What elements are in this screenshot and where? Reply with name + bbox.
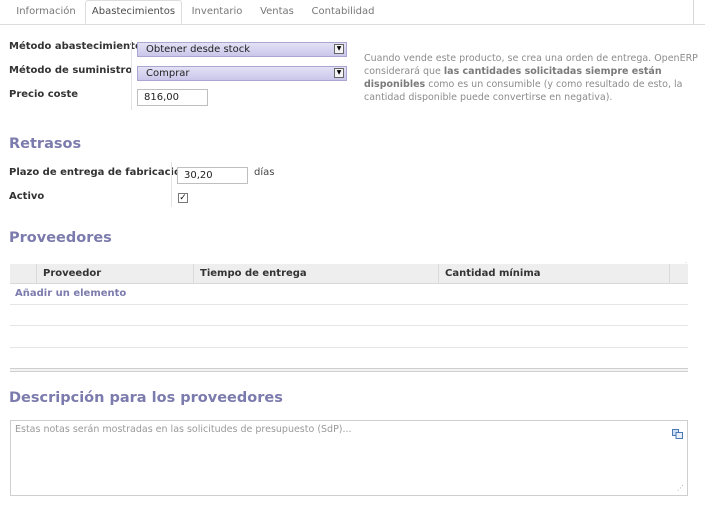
supply-method-select[interactable]: Comprar ▼	[137, 66, 347, 81]
cost-price-input[interactable]: 816,00	[137, 89, 208, 106]
table-row	[10, 347, 688, 348]
lead-time-unit: días	[254, 167, 275, 178]
translate-icon[interactable]	[672, 424, 683, 439]
suppliers-section-title: Proveedores	[9, 230, 112, 246]
supply-method-value: Comprar	[146, 68, 190, 79]
dropdown-arrow-icon[interactable]: ▼	[334, 44, 344, 54]
scroll-edge	[693, 0, 694, 24]
lead-time-label: Plazo de entrega de fabricación	[9, 167, 188, 178]
col-supplier[interactable]: Proveedor	[36, 264, 193, 283]
tab-abastecimientos[interactable]: Abastecimientos	[85, 0, 182, 24]
lead-time-input[interactable]: 30,20	[177, 167, 248, 184]
resize-grip-icon[interactable]: ⋰	[677, 485, 684, 492]
dropdown-arrow-icon[interactable]: ▼	[334, 68, 344, 78]
add-line-link[interactable]: Añadir un elemento	[15, 288, 126, 299]
cost-price-label: Precio coste	[9, 89, 79, 100]
description-placeholder: Estas notas serán mostradas en las solic…	[15, 424, 352, 435]
table-row	[10, 325, 688, 326]
tab-ventas[interactable]: Ventas	[252, 0, 302, 24]
active-checkbox[interactable]: ✓	[178, 193, 188, 203]
tab-informacion[interactable]: Información	[10, 0, 82, 24]
supplier-description-textarea[interactable]: Estas notas serán mostradas en las solic…	[10, 420, 688, 496]
field-divider	[131, 40, 132, 110]
tab-inventario[interactable]: Inventario	[186, 0, 248, 24]
description-section-title: Descripción para los proveedores	[9, 390, 283, 406]
notebook-tabs: Información Abastecimientos Inventario V…	[0, 0, 705, 25]
table-footer	[10, 368, 688, 372]
procure-method-value: Obtener desde stock	[146, 44, 250, 55]
table-row	[10, 304, 688, 305]
col-min-qty[interactable]: Cantidad mínima	[438, 264, 669, 283]
delays-section-title: Retrasos	[9, 136, 82, 152]
field-divider	[171, 162, 172, 207]
procure-help-text: Cuando vende este producto, se crea una …	[364, 53, 698, 103]
active-label: Activo	[9, 191, 45, 202]
col-lead-time[interactable]: Tiempo de entrega	[193, 264, 438, 283]
procure-method-select[interactable]: Obtener desde stock ▼	[137, 42, 347, 57]
tab-contabilidad[interactable]: Contabilidad	[307, 0, 379, 24]
suppliers-table-header: Proveedor Tiempo de entrega Cantidad mín…	[10, 264, 688, 284]
supply-method-label: Método de suministro	[9, 65, 133, 76]
procure-method-label: Método abastecimiento	[9, 41, 142, 52]
col-actions	[669, 264, 688, 283]
